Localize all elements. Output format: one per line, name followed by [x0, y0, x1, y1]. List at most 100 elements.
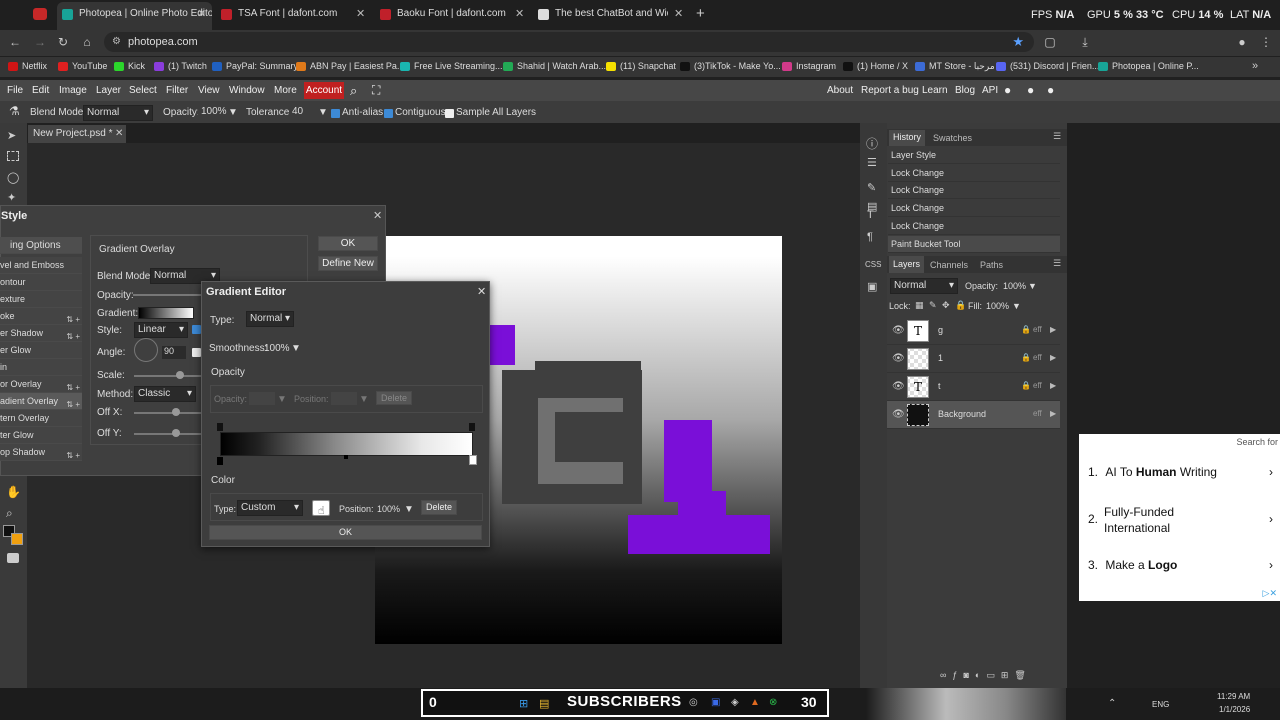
- opacity-slider[interactable]: [133, 294, 203, 296]
- close-tab-icon[interactable]: ✕: [674, 7, 683, 20]
- dropdown-arrow-icon[interactable]: ▼: [1028, 281, 1037, 291]
- tab-channels[interactable]: Channels: [930, 260, 968, 270]
- account-button[interactable]: Account: [304, 82, 344, 99]
- menu-about[interactable]: About: [827, 85, 853, 96]
- layer-blend-select[interactable]: Normal ▾: [890, 278, 958, 294]
- facebook-icon[interactable]: ●: [1047, 83, 1054, 97]
- layer-effects-badge[interactable]: eff: [1033, 409, 1042, 418]
- link-layers-icon[interactable]: ∞: [940, 670, 952, 680]
- menu-learn[interactable]: Learn: [922, 85, 948, 96]
- layer-effects-badge[interactable]: eff: [1033, 353, 1042, 362]
- layer-style-item[interactable]: er Glow: [0, 342, 82, 359]
- close-tab-icon[interactable]: ✕: [356, 7, 365, 20]
- lock-transparency-icon[interactable]: ▦: [915, 300, 924, 311]
- add-effect-icon[interactable]: ⇅ +: [66, 447, 80, 460]
- method-select[interactable]: Classic ▾: [134, 386, 196, 402]
- files-icon[interactable]: ▤: [539, 697, 549, 710]
- layer-style-item[interactable]: ter Glow: [0, 427, 82, 444]
- define-new-button[interactable]: Define New: [318, 256, 378, 271]
- add-effect-icon[interactable]: ⇅ +: [66, 311, 80, 324]
- color-midpoint-marker[interactable]: [344, 455, 348, 459]
- gradient-preview[interactable]: [138, 307, 194, 319]
- bookmark-item[interactable]: Shahid | Watch Arab...: [503, 61, 606, 71]
- bookmark-item[interactable]: (1) Home / X: [843, 61, 908, 71]
- reverse-checkbox[interactable]: [192, 325, 201, 334]
- bookmark-item[interactable]: (531) Discord | Frien...: [996, 61, 1099, 71]
- history-item[interactable]: Lock Change: [888, 218, 1060, 235]
- lasso-tool-icon[interactable]: ◯: [7, 171, 19, 184]
- tab-swatches[interactable]: Swatches: [933, 133, 972, 143]
- bookmark-item[interactable]: Instagram: [782, 61, 836, 71]
- more-bookmarks-icon[interactable]: »: [1252, 60, 1258, 72]
- tab-paths[interactable]: Paths: [980, 260, 1003, 270]
- slider-handle[interactable]: [172, 408, 180, 416]
- lock-position-icon[interactable]: ✥: [942, 300, 950, 311]
- address-bar[interactable]: ⚙ photopea.com ★: [104, 32, 1034, 52]
- menu-image[interactable]: Image: [59, 85, 87, 96]
- xbox-icon[interactable]: ⊗: [769, 697, 777, 708]
- add-effect-icon[interactable]: ⇅ +: [66, 328, 80, 341]
- browser-menu-icon[interactable]: [33, 8, 47, 20]
- bookmark-item[interactable]: MT Store - مرحبا: [915, 61, 995, 72]
- layer-effects-badge[interactable]: eff: [1033, 381, 1042, 390]
- color-type-select[interactable]: Custom ▾: [237, 500, 303, 516]
- style-select[interactable]: Linear ▾: [134, 322, 188, 338]
- lock-all-icon[interactable]: 🔒: [955, 300, 966, 311]
- slider-handle[interactable]: [176, 371, 184, 379]
- bookmark-item[interactable]: (11) Snapchat: [606, 61, 676, 71]
- profile-icon[interactable]: ●: [1235, 35, 1249, 49]
- close-dialog-icon[interactable]: ✕: [373, 209, 382, 222]
- smoothness-input[interactable]: 100%: [264, 343, 290, 354]
- css-icon[interactable]: CSS: [865, 260, 881, 269]
- new-tab-button[interactable]: +: [696, 5, 705, 22]
- dropdown-arrow-icon[interactable]: ▼: [1012, 301, 1021, 311]
- effects-icon[interactable]: ƒ: [952, 670, 963, 680]
- menu-filter[interactable]: Filter: [166, 85, 188, 96]
- taskbar-app-icon[interactable]: ▲: [750, 697, 760, 708]
- history-item[interactable]: Layer Style: [888, 147, 1060, 164]
- download-icon[interactable]: ⤓: [1078, 35, 1092, 49]
- dropdown-arrow-icon[interactable]: ▼: [291, 343, 301, 354]
- reddit-icon[interactable]: ●: [1004, 83, 1011, 97]
- tab-layers[interactable]: Layers: [889, 256, 925, 273]
- taskbar-app-icon[interactable]: ◎: [689, 697, 698, 708]
- taskbar-app-icon[interactable]: ◈: [731, 697, 739, 708]
- layer-row-selected[interactable]: 👁 Background eff ▶: [887, 401, 1060, 429]
- dropdown-arrow-icon[interactable]: ▼: [228, 107, 238, 118]
- offset-y-slider[interactable]: [134, 433, 204, 435]
- layer-style-item[interactable]: ontour: [0, 274, 82, 291]
- ad-choices-icon[interactable]: ▷✕: [1263, 588, 1277, 599]
- mask-icon[interactable]: ◙: [963, 670, 974, 680]
- add-effect-icon[interactable]: ⇅ +: [66, 379, 80, 392]
- menu-more[interactable]: More: [274, 85, 297, 96]
- gradient-type-select[interactable]: Normal ▾: [246, 311, 294, 327]
- expand-effects-icon[interactable]: ▶: [1050, 409, 1056, 418]
- contiguous-checkbox[interactable]: [384, 109, 393, 118]
- tab-baoku-font[interactable]: Baoku Font | dafont.com: [375, 4, 515, 26]
- close-tab-icon[interactable]: ✕: [197, 7, 206, 20]
- tab-chatbot[interactable]: The best ChatBot and Widgets: [533, 4, 668, 26]
- ad-item[interactable]: 3. Make a Logo ›: [1088, 558, 1273, 572]
- close-document-icon[interactable]: ✕: [115, 128, 123, 139]
- layer-style-item[interactable]: vel and Emboss: [0, 257, 82, 274]
- close-tab-icon[interactable]: ✕: [515, 7, 524, 20]
- bookmark-star-icon[interactable]: ★: [1012, 34, 1024, 50]
- reload-icon[interactable]: ↻: [56, 35, 70, 49]
- clock-date[interactable]: 1/1/2026: [1219, 705, 1250, 714]
- image-icon[interactable]: ▣: [867, 280, 877, 293]
- ok-button[interactable]: OK: [209, 525, 482, 540]
- bookmark-item[interactable]: (1) Twitch: [154, 61, 207, 71]
- dropdown-arrow-icon[interactable]: ▼: [404, 504, 414, 515]
- gradient-bar[interactable]: [220, 432, 473, 456]
- quick-mask-icon[interactable]: [7, 553, 19, 563]
- opacity-stop-marker[interactable]: [469, 423, 475, 431]
- new-layer-icon[interactable]: ⊞: [1001, 670, 1015, 680]
- menu-edit[interactable]: Edit: [32, 85, 49, 96]
- delete-layer-icon[interactable]: 🗑: [1014, 670, 1031, 680]
- zoom-tool-icon[interactable]: ⌕: [6, 506, 13, 521]
- extensions-icon[interactable]: ▢: [1043, 35, 1057, 49]
- layer-row[interactable]: 👁 T g 🔒 eff ▶: [887, 317, 1060, 345]
- ok-button[interactable]: OK: [318, 236, 378, 251]
- tab-history[interactable]: History: [889, 130, 926, 146]
- start-icon[interactable]: ⊞: [519, 697, 528, 710]
